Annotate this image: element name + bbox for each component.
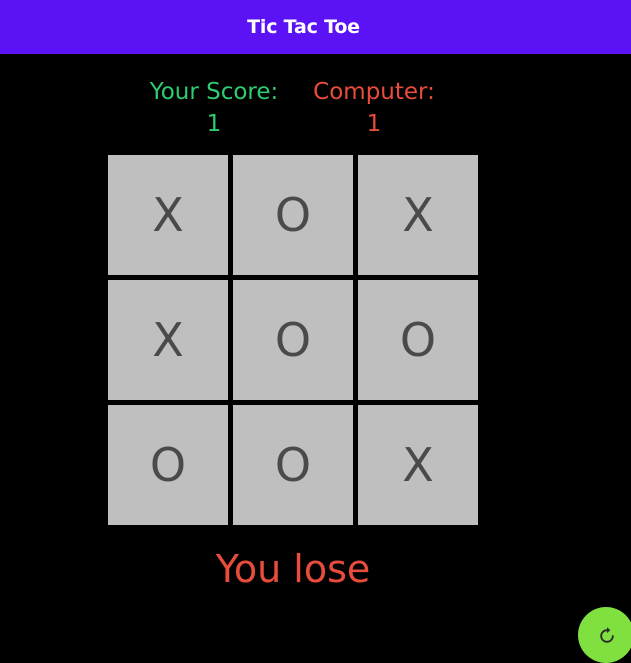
- player-score-value: 1: [206, 111, 222, 137]
- player-score: Your Score: 1: [144, 76, 284, 140]
- board-cell-1[interactable]: X: [108, 155, 228, 275]
- game-board: X O X X O O O O X: [108, 155, 478, 525]
- board-cell-2[interactable]: O: [233, 155, 353, 275]
- board-cell-3[interactable]: X: [358, 155, 478, 275]
- board-cell-4[interactable]: X: [108, 280, 228, 400]
- app-title: Tic Tac Toe: [247, 16, 360, 38]
- board-cell-6[interactable]: O: [358, 280, 478, 400]
- board-cell-8[interactable]: O: [233, 405, 353, 525]
- board-cell-7[interactable]: O: [108, 405, 228, 525]
- refresh-icon: [600, 627, 614, 643]
- board-cell-5[interactable]: O: [233, 280, 353, 400]
- computer-score-label: Computer:: [313, 79, 435, 105]
- computer-score-value: 1: [366, 111, 382, 137]
- player-score-label: Your Score:: [149, 79, 279, 105]
- restart-button[interactable]: [578, 607, 631, 663]
- game-result: You lose: [215, 547, 371, 591]
- app-bar: Tic Tac Toe: [0, 0, 631, 54]
- board-cell-9[interactable]: X: [358, 405, 478, 525]
- computer-score: Computer: 1: [306, 76, 442, 140]
